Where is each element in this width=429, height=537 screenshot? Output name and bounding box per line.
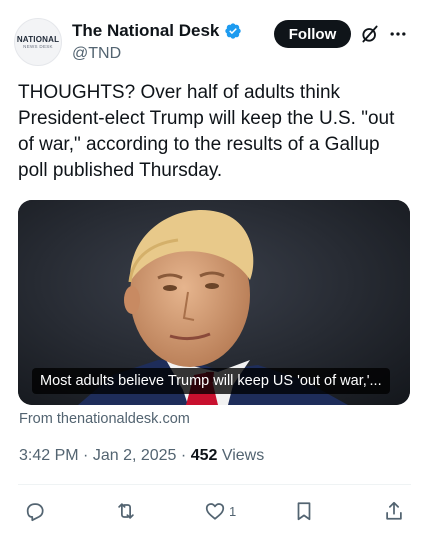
share-button[interactable] <box>383 498 405 524</box>
grok-icon[interactable] <box>360 24 380 44</box>
link-card-title: Most adults believe Trump will keep US '… <box>32 368 390 394</box>
verified-badge-icon <box>224 22 242 40</box>
reply-button[interactable] <box>24 498 46 524</box>
share-icon <box>386 501 402 520</box>
tweet-header: NATIONAL NEWS DESK The National Desk @TN… <box>0 0 429 72</box>
tweet-text: THOUGHTS? Over half of adults think Pres… <box>18 82 395 181</box>
handle[interactable]: @TND <box>72 43 242 65</box>
retweet-icon <box>118 503 134 519</box>
like-button[interactable]: 1 <box>204 498 236 524</box>
bookmark-icon <box>297 502 311 521</box>
views-count: 452 <box>190 447 218 464</box>
avatar-logo-text: NATIONAL <box>16 34 60 44</box>
display-name-row[interactable]: The National Desk <box>72 20 242 42</box>
action-bar: 1 <box>0 498 429 526</box>
views-label: Views <box>221 447 265 464</box>
tweet-time[interactable]: 3:42 PM <box>19 447 79 464</box>
tweet-date[interactable]: Jan 2, 2025 <box>93 447 177 464</box>
heart-icon <box>205 503 225 520</box>
meta-separator: · <box>180 447 187 464</box>
bookmark-button[interactable] <box>293 498 315 524</box>
avatar[interactable]: NATIONAL NEWS DESK <box>14 18 62 66</box>
follow-button[interactable]: Follow <box>274 20 351 48</box>
avatar-logo-subtext: NEWS DESK <box>23 43 53 49</box>
like-count: 1 <box>229 503 237 519</box>
tweet-meta: 3:42 PM · Jan 2, 2025 · 452 Views <box>19 446 264 466</box>
reply-icon <box>26 503 44 522</box>
display-name[interactable]: The National Desk <box>72 20 219 42</box>
meta-separator: · <box>83 447 89 464</box>
author-names: The National Desk @TND <box>72 20 242 65</box>
link-source[interactable]: From thenationaldesk.com <box>19 410 190 428</box>
divider <box>18 484 411 485</box>
link-card-media[interactable]: Most adults believe Trump will keep US '… <box>18 200 410 405</box>
retweet-button[interactable] <box>115 498 137 524</box>
more-options-icon[interactable] <box>388 24 408 44</box>
